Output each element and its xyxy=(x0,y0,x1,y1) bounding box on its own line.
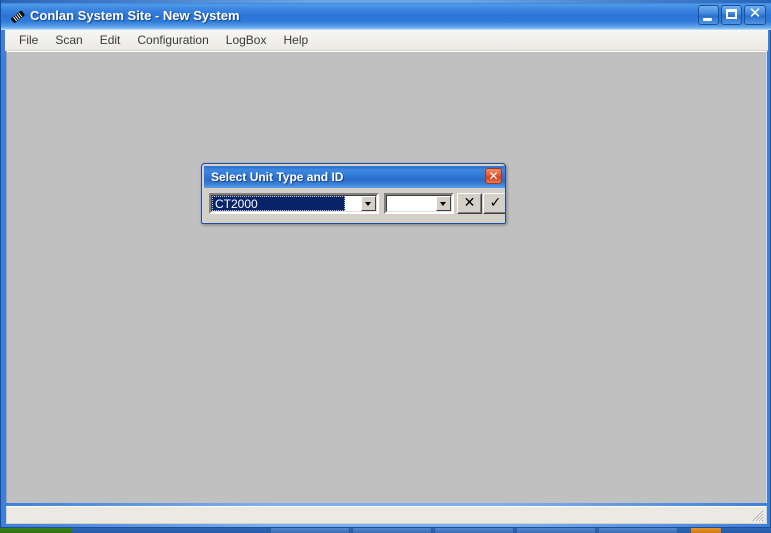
minimize-icon xyxy=(703,18,712,21)
select-unit-dialog: Select Unit Type and ID ✕ CT2000 ✕ ✓ xyxy=(201,163,506,224)
application-window: Conlan System Site - New System ✕ File S… xyxy=(0,0,771,528)
focus-rectangle xyxy=(212,196,345,211)
menu-item-file[interactable]: File xyxy=(11,31,47,50)
dialog-close-button[interactable]: ✕ xyxy=(485,168,502,184)
menu-item-logbox[interactable]: LogBox xyxy=(218,31,276,50)
client-canvas[interactable] xyxy=(7,52,766,503)
menu-bar: File Scan Edit Configuration LogBox Help xyxy=(5,30,768,51)
accept-button[interactable]: ✓ xyxy=(483,193,505,214)
chevron-down-icon[interactable] xyxy=(436,196,451,211)
unit-type-combobox[interactable]: CT2000 xyxy=(209,193,379,214)
client-area[interactable] xyxy=(6,51,767,503)
cancel-button[interactable]: ✕ xyxy=(457,193,482,214)
status-bar xyxy=(6,506,767,524)
minimize-button[interactable] xyxy=(698,5,719,25)
dialog-title-text: Select Unit Type and ID xyxy=(211,170,344,184)
menu-item-scan[interactable]: Scan xyxy=(47,31,91,50)
menu-item-help[interactable]: Help xyxy=(275,31,317,50)
close-icon: ✕ xyxy=(748,4,762,22)
window-title-bar[interactable]: Conlan System Site - New System ✕ xyxy=(1,0,771,30)
unit-id-field[interactable] xyxy=(387,196,432,211)
dialog-title-bar[interactable]: Select Unit Type and ID ✕ xyxy=(204,166,505,188)
unit-id-combobox[interactable] xyxy=(384,193,454,214)
checkmark-icon: ✓ xyxy=(489,195,502,211)
menu-item-edit[interactable]: Edit xyxy=(92,31,130,50)
desktop-background: Conlan System Site - New System ✕ File S… xyxy=(0,0,771,533)
resize-grip-icon[interactable] xyxy=(751,509,764,522)
window-title-text: Conlan System Site - New System xyxy=(30,8,240,23)
close-button[interactable]: ✕ xyxy=(744,5,766,25)
menu-item-configuration[interactable]: Configuration xyxy=(129,31,217,50)
maximize-button[interactable] xyxy=(721,5,742,25)
close-x-icon: ✕ xyxy=(463,195,476,211)
dialog-body: CT2000 ✕ ✓ xyxy=(204,188,505,223)
chevron-down-icon[interactable] xyxy=(361,196,376,211)
maximize-icon xyxy=(726,9,737,19)
module-icon xyxy=(10,9,26,25)
unit-type-field[interactable]: CT2000 xyxy=(212,196,345,211)
